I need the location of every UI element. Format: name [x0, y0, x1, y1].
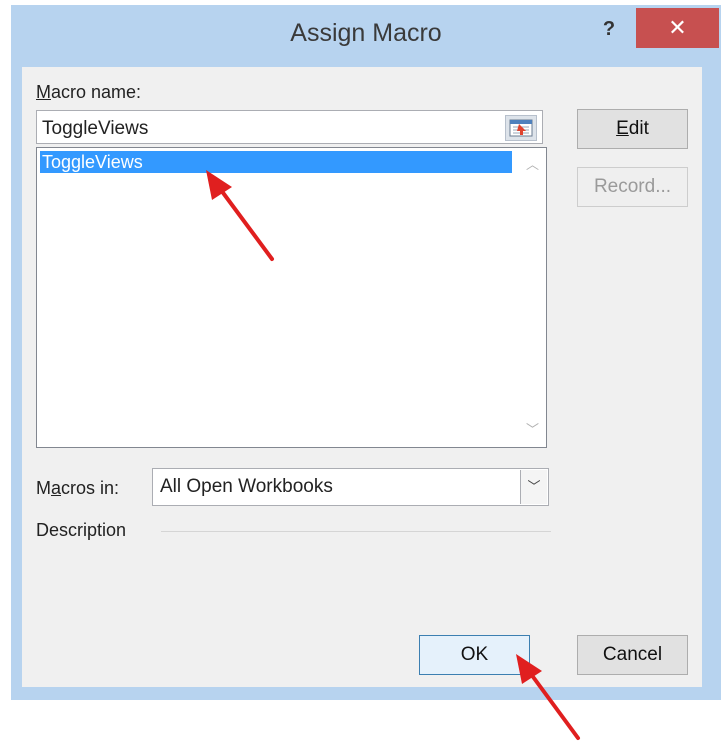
macro-name-label-text: acro name: [51, 82, 142, 102]
macro-name-input[interactable]: ToggleViews [36, 110, 543, 144]
cancel-button[interactable]: Cancel [577, 635, 688, 675]
macros-in-value: All Open Workbooks [160, 476, 333, 497]
macros-in-label: Macros in: [36, 478, 119, 499]
macros-in-label-first: M [36, 478, 51, 498]
dialog-body: Macro name: ToggleViews ToggleViews ︿ ﹀ … [22, 67, 702, 687]
collapse-dialog-button[interactable] [505, 115, 537, 141]
chevron-down-icon[interactable]: ﹀ [520, 470, 547, 504]
close-button[interactable]: ✕ [636, 8, 719, 48]
macro-name-label-accel: M [36, 82, 51, 102]
description-label: Description [36, 520, 127, 540]
scroll-up-icon[interactable]: ︿ [520, 153, 545, 177]
assign-macro-dialog: Assign Macro ? ✕ Macro name: ToggleViews… [11, 5, 721, 700]
macro-list-scrollbar[interactable]: ︿ ﹀ [520, 149, 545, 446]
edit-button[interactable]: Edit [577, 109, 688, 149]
title-bar[interactable]: Assign Macro ? ✕ [11, 5, 721, 67]
edit-button-accel: E [616, 118, 629, 139]
macros-in-select[interactable]: All Open Workbooks ﹀ [152, 468, 549, 506]
macros-in-label-text: cros in: [61, 478, 120, 498]
scroll-down-icon[interactable]: ﹀ [520, 418, 545, 442]
close-icon: ✕ [668, 15, 687, 40]
help-button[interactable]: ? [599, 15, 619, 43]
collapse-dialog-icon [509, 119, 533, 137]
macro-name-label: Macro name: [36, 82, 141, 103]
macro-list[interactable]: ToggleViews ︿ ﹀ [36, 147, 547, 448]
ok-button[interactable]: OK [419, 635, 530, 675]
macros-in-label-accel: a [51, 478, 62, 498]
description-divider [161, 531, 551, 532]
edit-button-label: dit [628, 118, 649, 139]
macro-list-item[interactable]: ToggleViews [40, 151, 512, 173]
record-button[interactable]: Record... [577, 167, 688, 207]
